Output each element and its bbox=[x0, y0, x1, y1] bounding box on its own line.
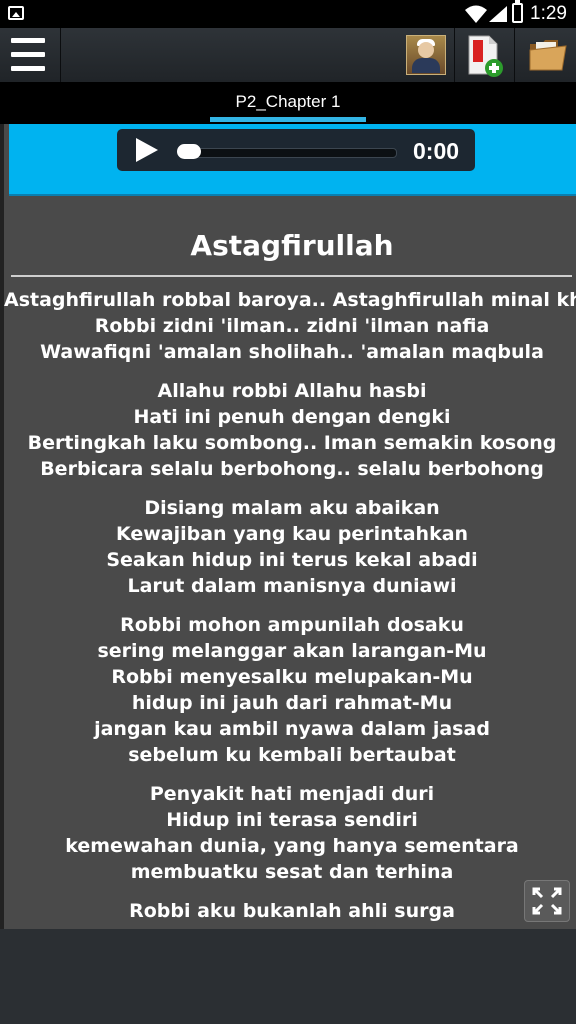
lyric-line: Wawafiqni 'amalan sholihah.. 'amalan maq… bbox=[40, 341, 544, 363]
lyric-line: Hati ini penuh dengan dengki bbox=[133, 406, 451, 428]
image-notification-icon bbox=[8, 6, 24, 20]
lyric-line: Larut dalam manisnya duniawi bbox=[127, 575, 457, 597]
clock: 1:29 bbox=[530, 3, 567, 24]
battery-icon bbox=[512, 0, 523, 23]
lyric-line: hidup ini jauh dari rahmat-Mu bbox=[131, 692, 453, 714]
wifi-icon bbox=[465, 5, 487, 23]
lyric-line: Penyakit hati menjadi duri bbox=[149, 783, 435, 805]
player-time: 0:00 bbox=[413, 138, 460, 164]
bottom-area bbox=[0, 929, 576, 1024]
lyric-line: sebelum ku kembali bertaubat bbox=[128, 744, 456, 766]
divider bbox=[454, 28, 455, 82]
lyric-line: Allahu robbi Allahu hasbi bbox=[157, 380, 427, 402]
avatar-body bbox=[412, 58, 440, 73]
lyric-line: Kewajiban yang kau perintahkan bbox=[115, 523, 469, 545]
fullscreen-button[interactable] bbox=[524, 880, 570, 922]
song-title: Astagfirullah bbox=[190, 229, 394, 262]
menu-icon-bar bbox=[11, 52, 45, 57]
tab-bar: P2_Chapter 1 bbox=[0, 82, 576, 124]
menu-button[interactable] bbox=[0, 28, 58, 82]
tab-label: P2_Chapter 1 bbox=[235, 92, 341, 111]
avatar-face bbox=[418, 42, 434, 58]
tab-selected-indicator bbox=[210, 117, 366, 122]
seek-handle[interactable] bbox=[177, 144, 201, 159]
lyric-stanza: Penyakit hati menjadi duri Hidup ini tera… bbox=[4, 781, 576, 885]
lyric-line: Robbi mohon ampunilah dosaku bbox=[120, 614, 464, 636]
status-bar: 1:29 bbox=[0, 0, 576, 28]
lyric-line: Astaghfirullah robbal baroya.. Astaghfir… bbox=[4, 289, 576, 311]
lyric-line: Robbi aku bukanlah ahli surga bbox=[129, 900, 455, 922]
lyric-stanza: Disiang malam aku abaikan Kewajiban yang … bbox=[4, 495, 576, 599]
lyric-stanza: Allahu robbi Allahu hasbi Hati ini penuh … bbox=[4, 378, 576, 482]
menu-icon-bar bbox=[11, 66, 45, 71]
lyric-line: Disiang malam aku abaikan bbox=[144, 497, 440, 519]
seek-bar[interactable] bbox=[181, 148, 397, 158]
tab-p2-chapter-1[interactable]: P2_Chapter 1 bbox=[210, 82, 366, 124]
lyric-stanza: Robbi aku bukanlah ahli surga bbox=[4, 898, 576, 924]
lyric-line: jangan kau ambil nyawa dalam jasad bbox=[94, 718, 490, 740]
audio-player: 0:00 bbox=[117, 129, 475, 171]
content-panel[interactable]: 0:00 Astagfirullah Astaghfirullah robbal… bbox=[0, 124, 576, 929]
lyric-line: Berbicara selalu berbohong.. selalu berb… bbox=[40, 458, 544, 480]
expand-icon bbox=[532, 887, 562, 915]
divider bbox=[60, 28, 61, 82]
lyric-line: Hidup ini terasa sendiri bbox=[166, 809, 418, 831]
player-strip: 0:00 bbox=[9, 124, 576, 196]
avatar-icon[interactable] bbox=[406, 35, 446, 75]
lyric-line: Robbi menyesalku melupakan-Mu bbox=[111, 666, 473, 688]
pdf-add-icon[interactable] bbox=[464, 34, 504, 78]
title-divider bbox=[11, 275, 572, 277]
lyric-stanza: Robbi mohon ampunilah dosaku sering melan… bbox=[4, 612, 576, 768]
lyric-line: Robbi zidni 'ilman.. zidni 'ilman nafia bbox=[94, 315, 490, 337]
lyric-line: Bertingkah laku sombong.. Iman semakin k… bbox=[27, 432, 557, 454]
divider bbox=[514, 28, 515, 82]
lyric-line: sering melanggar akan larangan-Mu bbox=[97, 640, 487, 662]
signal-icon bbox=[489, 6, 507, 22]
action-bar bbox=[0, 28, 576, 83]
lyric-line: membuatku sesat dan terhina bbox=[130, 861, 454, 883]
menu-icon bbox=[11, 38, 45, 43]
lyrics: Astaghfirullah robbal baroya.. Astaghfir… bbox=[4, 287, 576, 929]
lyric-line: Seakan hidup ini terus kekal abadi bbox=[106, 549, 478, 571]
folder-icon[interactable] bbox=[528, 38, 568, 72]
lyric-line: kemewahan dunia, yang hanya sementara bbox=[65, 835, 519, 857]
play-icon[interactable] bbox=[136, 138, 158, 162]
lyric-stanza: Astaghfirullah robbal baroya.. Astaghfir… bbox=[4, 287, 576, 365]
